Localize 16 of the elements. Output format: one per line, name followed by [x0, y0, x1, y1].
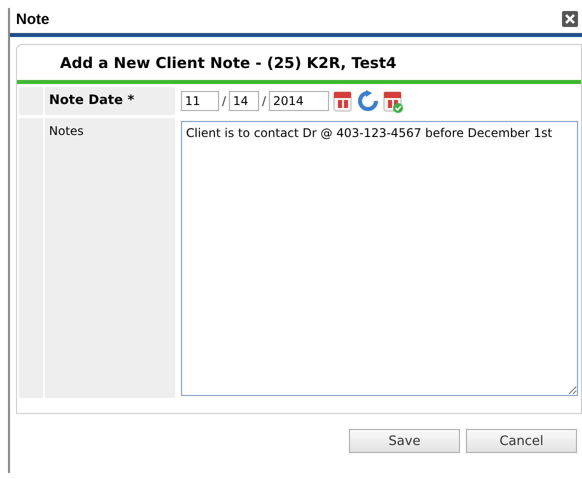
close-icon[interactable]	[562, 11, 578, 27]
notes-field[interactable]: Client is to contact Dr @ 403-123-4567 before December 1st	[181, 121, 578, 396]
month-field[interactable]: 11	[181, 91, 219, 111]
cancel-button[interactable]: Cancel	[466, 429, 577, 453]
field-label: Notes	[45, 118, 175, 398]
year-field[interactable]: 2014	[269, 91, 330, 111]
window-title: Note	[16, 10, 50, 28]
form-title: Add a New Client Note - (25) K2R, Test4	[17, 45, 581, 84]
calendar-icon[interactable]	[332, 89, 354, 113]
day-field[interactable]: 14	[229, 91, 260, 111]
date-separator: /	[222, 94, 226, 108]
refresh-icon[interactable]	[357, 90, 380, 112]
date-separator: /	[262, 94, 266, 108]
save-button[interactable]: Save	[349, 429, 460, 453]
field-label: Note Date *	[45, 87, 175, 115]
calendar-check-icon[interactable]	[382, 89, 404, 113]
